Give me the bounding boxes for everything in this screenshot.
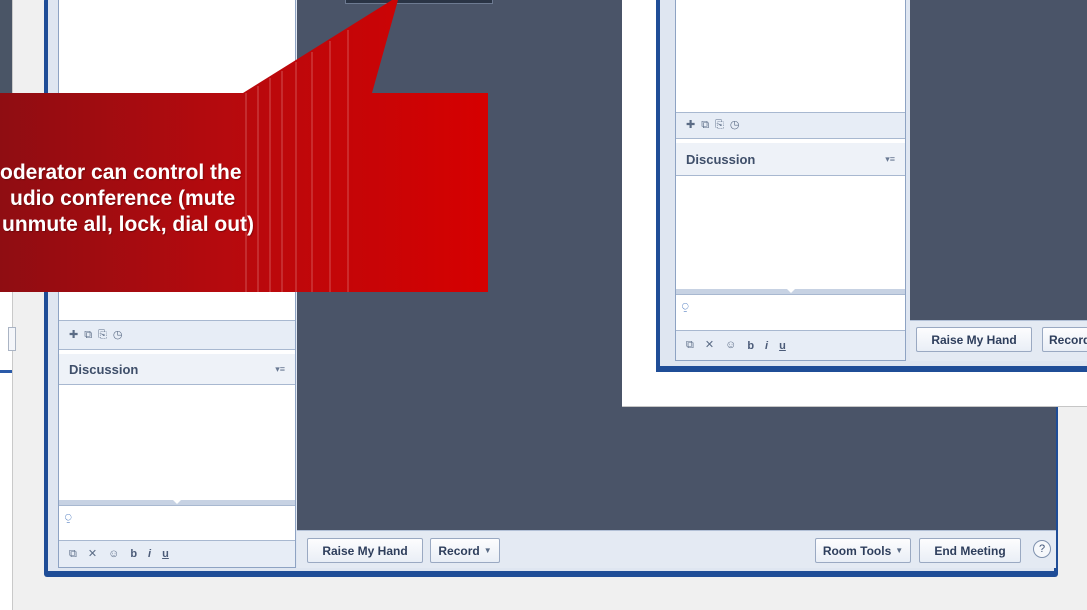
record-button[interactable]: Record (1042, 327, 1087, 352)
emoticon-icon[interactable]: ☺ (108, 548, 119, 560)
callout-line-2: udio conference (mute (10, 187, 236, 210)
bold-button[interactable]: b (130, 548, 137, 560)
overlay-pods-toolbar: ✚ ⧉ ⎘ ◷ (676, 112, 905, 139)
raise-hand-label: Raise My Hand (322, 543, 408, 558)
callout-line-1: oderator can control the (0, 161, 242, 184)
history-icon[interactable]: ◷ (730, 120, 740, 131)
record-label: Record (1049, 332, 1087, 347)
callout-line-3: unmute all, lock, dial out) (2, 213, 255, 236)
background-window-button (8, 327, 16, 351)
background-window-border (0, 370, 12, 373)
callout-text: oderator can control the udio conference… (0, 160, 490, 238)
end-meeting-button[interactable]: End Meeting (919, 538, 1021, 563)
underline-button[interactable]: u (779, 340, 786, 352)
overlay-chat-input[interactable]: ⍜ (676, 294, 905, 331)
add-icon[interactable]: ✚ (69, 329, 78, 341)
emoticon-icon[interactable]: ☺ (725, 340, 736, 351)
chevron-down-icon: ▼ (895, 546, 904, 555)
copy-icon[interactable]: ⧉ (84, 329, 92, 341)
italic-button[interactable]: i (148, 548, 151, 560)
meeting-bottom-bar: Raise My Hand Record ▼ Room Tools ▼ End … (297, 530, 1056, 568)
overlay-bottom-bar: Raise My Hand Record (910, 320, 1087, 361)
raise-hand-label: Raise My Hand (931, 332, 1017, 347)
pin-icon: ⍜ (65, 512, 72, 524)
paste-icon[interactable]: ⎘ (98, 329, 107, 341)
help-icon[interactable]: ? (1033, 540, 1051, 558)
overlay-stage (910, 0, 1087, 320)
copy-icon[interactable]: ⧉ (701, 120, 709, 131)
overlay-discussion-log (676, 176, 905, 288)
underline-button[interactable]: u (162, 548, 169, 560)
clear-icon[interactable]: ✕ (705, 340, 714, 351)
chevron-down-icon: ▼ (483, 546, 492, 555)
record-button[interactable]: Record ▼ (430, 538, 500, 563)
overlay-left-panel: ✚ ⧉ ⎘ ◷ Discussion ▾≡ ⍜ ⧉ ✕ ☺ b i u (675, 0, 906, 361)
callout-bubble (0, 0, 488, 292)
pin-icon: ⍜ (682, 301, 689, 313)
pods-toolbar: ✚ ⧉ ⎘ ◷ (59, 320, 295, 350)
raise-hand-button[interactable]: Raise My Hand (307, 538, 423, 563)
discussion-log (59, 385, 295, 500)
panel-menu-icon[interactable]: ▾≡ (275, 364, 285, 375)
room-tools-label: Room Tools (822, 543, 892, 558)
room-tools-button[interactable]: Room Tools ▼ (815, 538, 911, 563)
callout-shape (0, 0, 488, 292)
discussion-header: Discussion ▾≡ (59, 354, 295, 385)
panel-menu-icon[interactable]: ▾≡ (885, 154, 895, 165)
add-icon[interactable]: ✚ (686, 120, 695, 131)
copy-text-icon[interactable]: ⧉ (686, 340, 694, 351)
help-label: ? (1038, 543, 1046, 555)
overlay-discussion-header: Discussion ▾≡ (676, 143, 905, 176)
clear-icon[interactable]: ✕ (88, 548, 97, 560)
italic-button[interactable]: i (765, 340, 768, 352)
discussion-title: Discussion (686, 151, 756, 167)
copy-text-icon[interactable]: ⧉ (69, 548, 77, 560)
raise-hand-button[interactable]: Raise My Hand (916, 327, 1032, 352)
bold-button[interactable]: b (747, 340, 754, 352)
chat-format-bar: ⧉ ✕ ☺ b i u (59, 540, 295, 567)
history-icon[interactable]: ◷ (113, 329, 123, 341)
paste-icon[interactable]: ⎘ (715, 120, 724, 131)
chat-input[interactable]: ⍜ (59, 505, 295, 541)
record-label: Record (438, 543, 480, 558)
overlay-chat-format-bar: ⧉ ✕ ☺ b i u (676, 330, 905, 360)
discussion-title: Discussion (69, 361, 139, 377)
end-meeting-label: End Meeting (934, 543, 1006, 558)
